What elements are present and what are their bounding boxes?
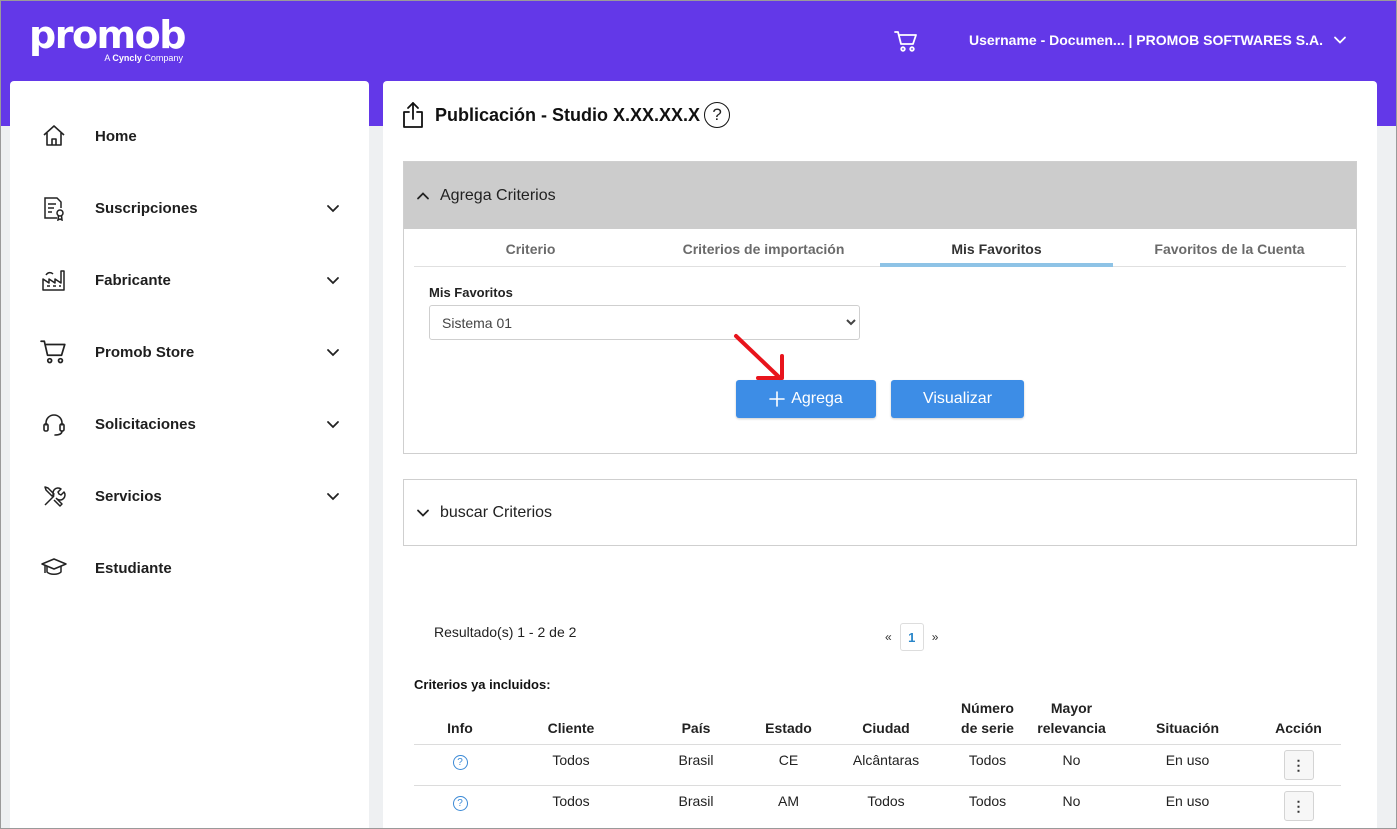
favorites-select[interactable]: Sistema 01 [429,305,860,340]
chevron-up-icon [417,191,429,199]
column-header-numero-serie: Número de serie [961,700,1014,736]
sidebar-item-fabricante[interactable]: Fabricante [10,252,369,308]
cell-mayor-relevancia: No [1024,785,1119,827]
column-header-ciudad: Ciudad [862,720,910,736]
criteria-tabs: Criterio Criterios de importación Mis Fa… [414,229,1346,267]
sidebar-item-home[interactable]: Home [10,108,369,164]
main-content: Publicación - Studio X.XX.XX.X ? Agrega … [383,81,1377,828]
graduation-cap-icon [40,554,68,582]
sidebar-item-label: Suscripciones [95,199,198,217]
add-criteria-header[interactable]: Agrega Criterios [404,162,1356,229]
home-icon [40,122,68,150]
row-actions-button[interactable]: ⋮ [1283,750,1314,780]
column-header-accion: Acción [1275,720,1322,736]
sidebar-item-promob-store[interactable]: Promob Store [10,324,369,380]
sidebar-item-estudiante[interactable]: Estudiante [10,540,369,596]
chevron-down-icon [327,493,339,501]
add-button[interactable]: Agrega [736,380,876,418]
chevron-down-icon [1334,36,1346,44]
row-actions-button[interactable]: ⋮ [1283,791,1314,821]
cart-icon[interactable] [893,28,919,54]
search-criteria-panel[interactable]: buscar Criterios [403,479,1357,546]
chevron-down-icon [417,509,429,517]
favorites-field-label: Mis Favoritos [429,285,513,300]
cell-numero-serie: Todos [951,785,1024,827]
tab-mis-favoritos[interactable]: Mis Favoritos [880,229,1113,267]
cell-situacion: En uso [1119,785,1256,827]
headset-icon [40,410,68,438]
user-account-menu[interactable]: Username - Documen... | PROMOB SOFTWARES… [969,32,1347,48]
pager-next[interactable]: » [932,630,939,644]
cell-cliente: Todos [506,785,636,827]
pager-current-page[interactable]: 1 [899,623,924,651]
info-icon[interactable]: ? [452,755,468,770]
tab-criterio[interactable]: Criterio [414,229,647,266]
factory-icon [40,266,68,294]
promob-logo[interactable]: promob A Cyncly Company [29,13,186,63]
table-row: ? Todos Brasil AM Todos Todos No En uso … [414,785,1341,827]
share-upload-icon [403,102,423,128]
user-account-label: Username - Documen... | PROMOB SOFTWARES… [969,32,1323,48]
cell-numero-serie: Todos [951,744,1024,786]
column-header-estado: Estado [765,720,812,736]
sidebar-nav: Home Suscripciones Fabricante Promob Sto… [10,81,369,828]
page-title: Publicación - Studio X.XX.XX.X ? [401,101,731,129]
cell-estado: CE [756,744,821,786]
cell-cliente: Todos [506,744,636,786]
pager-prev[interactable]: « [885,630,892,644]
chevron-down-icon [327,349,339,357]
sidebar-item-solicitaciones[interactable]: Solicitaciones [10,396,369,452]
chevron-down-icon [327,277,339,285]
tools-icon [40,482,68,510]
sidebar-item-label: Servicios [95,487,162,505]
column-header-situacion: Situación [1155,720,1219,736]
sidebar-item-suscripciones[interactable]: Suscripciones [10,180,369,236]
add-criteria-panel: Agrega Criterios Criterio Criterios de i… [403,161,1357,454]
chevron-down-icon [327,205,339,213]
view-button[interactable]: Visualizar [891,380,1024,418]
help-icon[interactable]: ? [704,102,731,128]
page-title-text: Publicación - Studio X.XX.XX.X [435,104,701,125]
cell-estado: AM [756,785,821,827]
sidebar-item-label: Solicitaciones [95,415,196,433]
sidebar-item-servicios[interactable]: Servicios [10,468,369,524]
certificate-icon [40,194,68,222]
add-button-label: Agrega [791,390,843,407]
chevron-down-icon [327,421,339,429]
cell-ciudad: Alcântaras [821,744,951,786]
results-summary: Resultado(s) 1 - 2 de 2 [434,624,577,640]
cell-mayor-relevancia: No [1024,744,1119,786]
cell-situacion: En uso [1119,744,1256,786]
add-criteria-title: Agrega Criterios [440,186,556,204]
plus-icon [769,391,786,407]
column-header-cliente: Cliente [547,720,595,736]
cell-pais: Brasil [636,744,756,786]
logo-wordmark: promob [29,13,186,57]
cart-icon [40,338,68,366]
included-criteria-title: Criterios ya incluidos: [414,677,551,692]
tab-criterios-importacion[interactable]: Criterios de importación [647,229,880,266]
sidebar-item-label: Fabricante [95,271,171,289]
column-header-info: Info [447,720,473,736]
sidebar-item-label: Promob Store [95,343,195,361]
sidebar-item-label: Estudiante [95,559,172,577]
cell-pais: Brasil [636,785,756,827]
table-header-row: Info Cliente País Estado Ciudad Número d… [414,698,1341,745]
table-row: ? Todos Brasil CE Alcântaras Todos No En… [414,744,1341,786]
included-criteria-table: Info Cliente País Estado Ciudad Número d… [414,698,1341,827]
sidebar-item-label: Home [95,127,137,145]
cell-ciudad: Todos [821,785,951,827]
column-header-pais: País [681,720,711,736]
column-header-mayor-relevancia: Mayor relevancia [1037,700,1106,736]
search-criteria-title: buscar Criterios [440,503,553,521]
pagination: « 1 » [885,623,938,651]
info-icon[interactable]: ? [452,796,468,811]
tab-favoritos-cuenta[interactable]: Favoritos de la Cuenta [1113,229,1346,266]
app-frame: promob A Cyncly Company Username - Docum… [0,0,1397,829]
